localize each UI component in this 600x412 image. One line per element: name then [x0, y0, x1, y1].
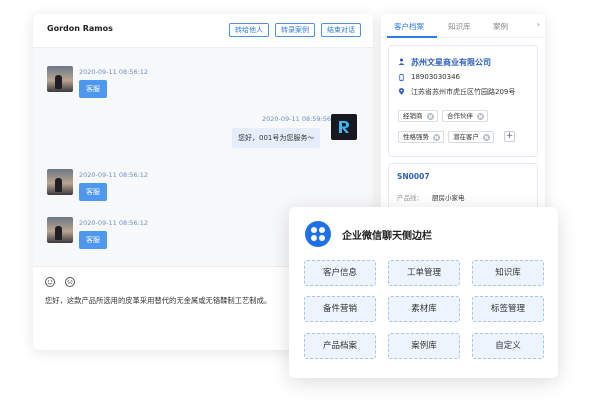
customer-avatar [47, 169, 73, 195]
customer-avatar [47, 217, 73, 243]
product-archive-button[interactable]: 产品档案 [304, 333, 376, 359]
tag-label: 性格强势 [403, 133, 429, 141]
remove-tag-icon[interactable] [483, 134, 490, 141]
tab-customer-profile[interactable]: 客户档案 [394, 21, 424, 32]
remove-tag-icon[interactable] [433, 134, 440, 141]
add-tag-icon[interactable]: + [504, 131, 515, 142]
customer-avatar [47, 66, 73, 92]
address: 江苏省苏州市虎丘区竹园路209号 [411, 88, 516, 96]
agent-avatar [331, 114, 357, 140]
customer-info-card: 苏州文星商业有限公司 18903030346 江苏省苏州市虎丘区竹园路209号 … [388, 45, 538, 157]
sticker-icon[interactable] [65, 277, 75, 287]
customer-tag[interactable]: 合作伙伴 [442, 110, 488, 122]
customer-info-button[interactable]: 客户信息 [304, 260, 376, 286]
customer-tag[interactable]: 性格强势 [398, 131, 444, 143]
screen: Gordon Ramos 转给他人 转录案例 结束对话 2020-09-11 0… [0, 0, 600, 412]
phone-icon [399, 74, 404, 81]
customer-tag[interactable]: 经销商 [398, 110, 438, 122]
message-bubble: 您好，001号为您服务～ [232, 128, 321, 148]
tag-label: 经销商 [403, 112, 423, 120]
remove-tag-icon[interactable] [477, 113, 484, 120]
brand-logo-icon [339, 121, 349, 133]
contact-name: Gordon Ramos [47, 24, 113, 33]
customer-panel: 客户档案 知识库 案例 › 苏州文星商业有限公司 18903030346 江苏省… [381, 14, 545, 219]
tag-management-button[interactable]: 标签管理 [472, 296, 544, 322]
ticket-management-button[interactable]: 工单管理 [388, 260, 460, 286]
panel-tabs: 客户档案 知识库 案例 › [381, 14, 545, 38]
custom-button[interactable]: 自定义 [472, 333, 544, 359]
message-bubble: 客服 [79, 231, 107, 249]
knowledge-base-button[interactable]: 知识库 [472, 260, 544, 286]
chat-header: Gordon Ramos 转给他人 转录案例 结束对话 [33, 14, 373, 48]
message-bubble: 客服 [79, 80, 107, 98]
popup-title: 企业微信聊天侧边栏 [342, 231, 432, 242]
location-icon [398, 88, 405, 95]
chevron-right-icon[interactable]: › [537, 20, 540, 29]
message-time: 2020-09-11 08:59:56 [262, 115, 332, 123]
message-time: 2020-09-11 08:56:12 [79, 219, 149, 227]
company-name: 苏州文星商业有限公司 [411, 58, 491, 67]
order-number: SN0007 [397, 172, 430, 181]
phone-number: 18903030346 [411, 73, 460, 81]
tab-cases[interactable]: 案例 [493, 21, 508, 32]
message-time: 2020-09-11 08:56:12 [79, 68, 149, 76]
customer-tag[interactable]: 潜在客户 [448, 131, 494, 143]
end-chat-button[interactable]: 结束对话 [321, 23, 361, 37]
remove-tag-icon[interactable] [426, 113, 434, 120]
sidebar-feature-card: 企业微信聊天侧边栏 客户信息 工单管理 知识库 备件营销 素材库 标签管理 产品… [289, 207, 558, 378]
record-case-button[interactable]: 转录案例 [275, 23, 315, 37]
tab-knowledge-base[interactable]: 知识库 [448, 21, 471, 32]
tag-label: 潜在客户 [453, 133, 479, 141]
product-line-value: 厨房小家电 [432, 194, 465, 202]
user-icon [398, 58, 405, 65]
message-input[interactable]: 您好，这款产品所选用的皮革采用替代的无金属或无铬鞣制工艺制成。 [45, 296, 271, 306]
product-line-label: 产品线： [397, 194, 423, 202]
app-logo-icon [305, 221, 331, 247]
spare-parts-marketing-button[interactable]: 备件营销 [304, 296, 376, 322]
case-library-button[interactable]: 案例库 [388, 333, 460, 359]
message-bubble: 客服 [79, 183, 107, 201]
active-tab-indicator [387, 36, 437, 38]
message-time: 2020-09-11 08:56:12 [79, 171, 149, 179]
emoji-icon[interactable] [45, 277, 55, 287]
transfer-button[interactable]: 转给他人 [229, 23, 269, 37]
tag-label: 合作伙伴 [447, 112, 473, 120]
material-library-button[interactable]: 素材库 [388, 296, 460, 322]
